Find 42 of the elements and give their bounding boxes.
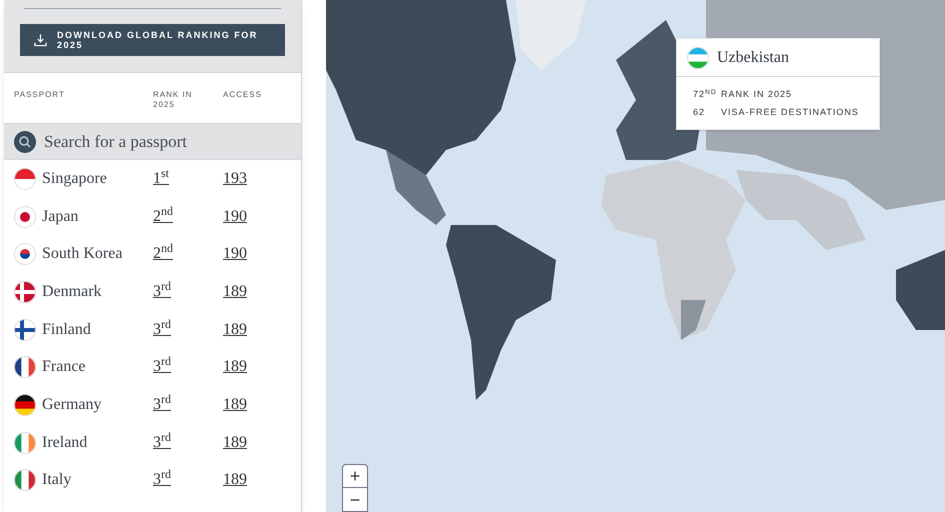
rank-link[interactable]: 3$^{rd}$ [153, 468, 171, 492]
search-field[interactable]: Search for a passport [44, 128, 291, 154]
rank-link[interactable]: 3$^{rd}$ [153, 355, 171, 380]
access-link[interactable]: 193 [223, 166, 247, 191]
access-link[interactable]: 190 [223, 242, 247, 266]
access-link[interactable]: 189 [223, 355, 247, 380]
stat-label: RANK IN 2025 [721, 88, 792, 100]
access-link[interactable]: 189 [223, 392, 247, 417]
stat-value: 72$^{ND}$ [693, 88, 713, 101]
search-icon [14, 130, 36, 152]
column-header: PASSPORT [14, 90, 62, 100]
download-icon [34, 33, 47, 47]
rank-link[interactable]: 3$^{rd}$ [153, 280, 171, 304]
access-link[interactable]: 189 [223, 280, 247, 304]
country-name[interactable]: Denmark [42, 280, 102, 304]
search-bar[interactable]: Search for a passport [4, 123, 301, 160]
stat-value: 62 [693, 106, 706, 119]
rank-link[interactable]: 3$^{rd}$ [153, 392, 171, 417]
column-header: ACCESS [223, 90, 263, 100]
rank-link[interactable]: 2$^{nd}$ [153, 242, 173, 266]
stat-label: VISA-FREE DESTINATIONS [721, 106, 859, 118]
country-name[interactable]: Italy [42, 468, 72, 492]
rank-link[interactable]: 3$^{rd}$ [153, 430, 171, 455]
country-name[interactable]: France [42, 355, 86, 380]
access-link[interactable]: 189 [223, 318, 247, 342]
rank-link[interactable]: 2$^{nd}$ [153, 204, 173, 229]
country-name[interactable]: Ireland [42, 430, 88, 455]
access-link[interactable]: 190 [223, 204, 247, 229]
access-link[interactable]: 189 [223, 468, 247, 492]
country-name[interactable]: Germany [42, 392, 102, 417]
country-name[interactable]: Japan [42, 204, 78, 229]
access-link[interactable]: 189 [223, 430, 247, 455]
country-name[interactable]: Finland [42, 318, 91, 342]
country-name[interactable]: Singapore [42, 166, 107, 191]
country-name[interactable]: South Korea [42, 242, 122, 266]
zoom-out-button[interactable]: − [342, 488, 368, 512]
zoom-in-button[interactable]: + [342, 464, 368, 488]
column-header: RANK IN 2025 [153, 90, 194, 110]
tooltip-country-name: Uzbekistan [717, 48, 789, 68]
rank-link[interactable]: 1$^{st}$ [153, 166, 170, 191]
rank-link[interactable]: 3$^{rd}$ [153, 318, 171, 342]
download-button[interactable]: DOWNLOAD GLOBAL RANKING FOR 2025 [20, 24, 285, 56]
